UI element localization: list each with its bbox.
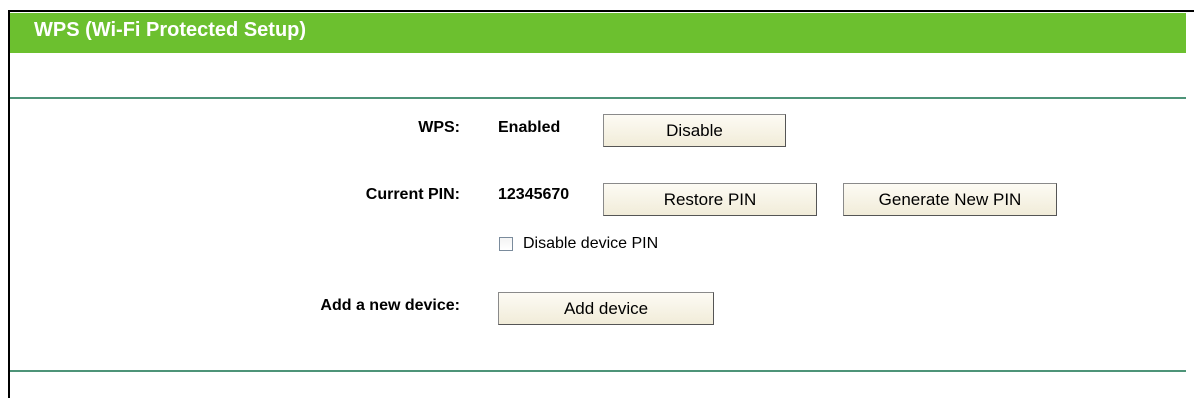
disable-device-pin-checkbox[interactable] <box>499 237 513 251</box>
restore-pin-button[interactable]: Restore PIN <box>603 183 817 216</box>
page-title: WPS (Wi-Fi Protected Setup) <box>34 19 307 41</box>
add-device-button[interactable]: Add device <box>498 292 714 325</box>
disable-device-pin-label[interactable]: Disable device PIN <box>523 235 658 253</box>
current-pin-value: 12345670 <box>498 186 570 203</box>
add-device-label: Add a new device: <box>320 297 460 314</box>
generate-new-pin-button[interactable]: Generate New PIN <box>843 183 1057 216</box>
disable-device-pin-row[interactable]: Disable device PIN <box>499 234 658 254</box>
wps-status: Enabled <box>498 119 561 136</box>
title-bar: WPS (Wi-Fi Protected Setup) <box>10 13 1186 53</box>
bottom-divider <box>10 370 1186 372</box>
current-pin-label: Current PIN: <box>365 186 460 203</box>
disable-wps-button[interactable]: Disable <box>603 114 786 147</box>
top-divider <box>10 97 1186 99</box>
wps-label: WPS: <box>418 119 460 136</box>
